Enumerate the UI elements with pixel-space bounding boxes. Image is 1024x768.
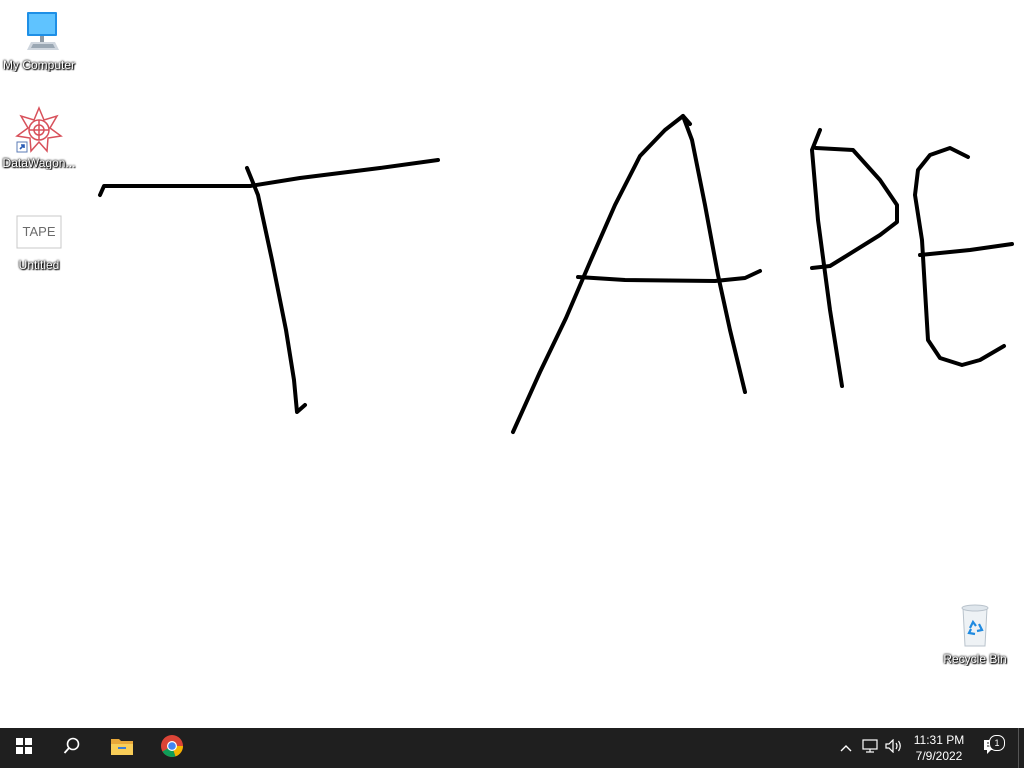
volume-tray-button[interactable] [882,728,906,768]
stroke-e-body [913,146,1006,367]
computer-icon [15,8,63,56]
stroke-a-left [511,114,692,434]
chrome-icon [160,734,184,763]
taskbar: 11:31 PM 7/9/2022 1 [0,728,1024,768]
handwritten-tape-drawing [98,114,1014,434]
desktop-icon-datawagon[interactable]: DataWagon... [0,106,78,170]
image-file-icon: TAPE [15,208,63,256]
show-desktop-button[interactable] [1018,728,1024,768]
search-icon [63,737,81,760]
network-tray-button[interactable] [858,728,882,768]
file-explorer-icon [110,736,134,761]
taskbar-file-explorer[interactable] [98,728,146,768]
desktop: My Computer DataWagon... TAPE Untitled R… [0,0,1024,728]
clock-date: 7/9/2022 [915,749,963,763]
desktop-icon-untitled[interactable]: TAPE Untitled [0,208,78,272]
action-center-button[interactable]: 1 [980,728,1006,768]
chevron-up-icon [840,739,852,757]
desktop-icon-label: Recycle Bin [943,652,1007,666]
stroke-t-top [98,158,440,197]
stroke-p-stem [810,128,844,388]
taskbar-clock[interactable]: 11:31 PM 7/9/2022 [906,728,972,768]
desktop-icon-my-computer[interactable]: My Computer [0,8,78,72]
stroke-a-right [681,114,747,394]
start-button[interactable] [0,728,48,768]
stroke-a-bar [576,269,762,283]
network-icon [862,738,878,758]
taskbar-chrome[interactable] [148,728,196,768]
notification-icon: 1 [983,735,1005,757]
desktop-icon-label: Untitled [18,258,60,272]
thumbnail-text: TAPE [23,224,56,239]
windows-start-icon [16,737,32,759]
desktop-icon-label: My Computer [2,58,76,72]
stroke-e-bar [918,242,1014,257]
show-hidden-icons-button[interactable] [834,728,858,768]
desktop-icon-label: DataWagon... [2,156,76,170]
datawagon-shortcut-icon [15,106,63,154]
desktop-icon-recycle-bin[interactable]: Recycle Bin [936,602,1014,666]
stroke-t-stem [245,166,307,414]
volume-icon [885,738,903,758]
clock-time: 11:31 PM [913,733,965,747]
stroke-p-bowl [810,146,899,270]
search-button[interactable] [48,728,96,768]
notification-count-badge: 1 [989,735,1005,751]
recycle-bin-icon [951,602,999,650]
